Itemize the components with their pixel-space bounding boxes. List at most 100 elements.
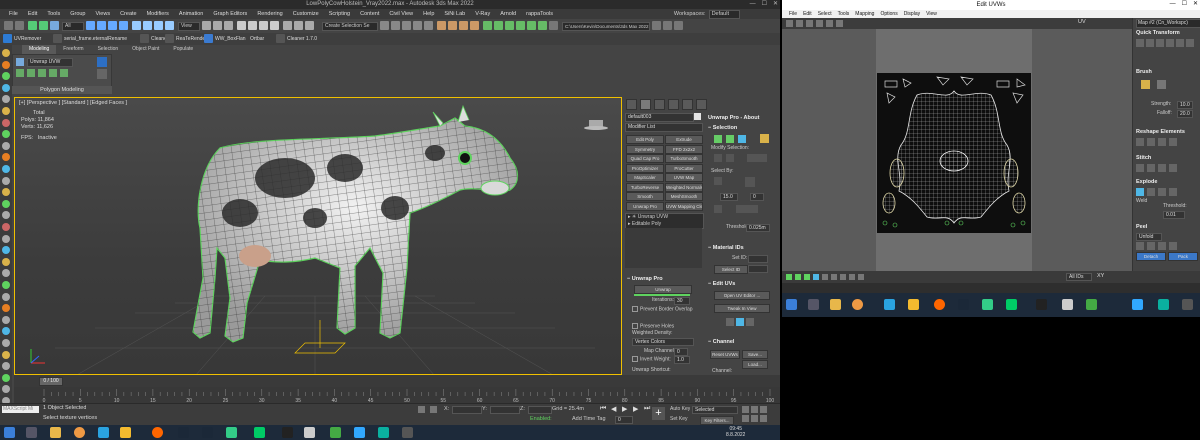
uvw-select-icon-3[interactable] — [840, 274, 846, 280]
file-explorer-icon[interactable] — [50, 427, 61, 438]
steam-icon-2[interactable] — [202, 427, 213, 438]
threshold-field[interactable]: 0.025m — [746, 224, 770, 232]
uvw-scale-icon[interactable] — [806, 20, 813, 27]
set-id-field[interactable] — [748, 255, 768, 263]
selection-filter-dropdown[interactable]: All — [62, 22, 84, 31]
left-tool-icon[interactable] — [2, 362, 10, 371]
motion-tab-icon[interactable] — [668, 99, 679, 110]
left-tool-icon[interactable] — [2, 281, 10, 289]
lock-selection-icon[interactable] — [418, 406, 425, 413]
weld-threshold-field[interactable]: 0.01 — [1163, 211, 1185, 219]
app-icon-3[interactable] — [982, 299, 993, 310]
selection-rollout-title[interactable]: − Selection — [708, 124, 737, 132]
photoshop-icon[interactable] — [354, 427, 365, 438]
vray-dome-icon[interactable] — [527, 21, 536, 30]
scale-icon[interactable] — [154, 21, 163, 30]
uplay-icon[interactable] — [254, 427, 265, 438]
reset-uvws-button[interactable]: Reset UVWs — [710, 350, 740, 359]
percent-snap-icon[interactable] — [259, 21, 268, 30]
select-object-icon[interactable] — [86, 21, 95, 30]
explode-icon-2[interactable] — [1147, 188, 1155, 196]
toggle-ribbon-icon[interactable] — [402, 21, 411, 30]
explorer-icon-2[interactable] — [1086, 299, 1097, 310]
uv-layout[interactable] — [877, 73, 1031, 233]
left-tool-icon[interactable] — [2, 327, 10, 336]
left-tool-icon[interactable] — [2, 234, 10, 243]
explorer-icon[interactable] — [330, 427, 341, 438]
polygon-mode-icon[interactable] — [738, 135, 746, 143]
edge-mode-icon[interactable] — [726, 135, 734, 143]
stitch-icon-4[interactable] — [1169, 164, 1177, 172]
start-icon[interactable] — [4, 427, 15, 438]
left-tool-icon[interactable] — [2, 269, 10, 278]
strength-field[interactable]: 10.0 — [1177, 101, 1193, 109]
rectangular-selection-icon[interactable] — [108, 21, 117, 30]
modifier-button-weighted-normals[interactable]: Weighted Normals — [665, 182, 703, 192]
explode-icon-3[interactable] — [1158, 188, 1166, 196]
left-tool-icon[interactable] — [2, 246, 10, 255]
spinner-snap-icon[interactable] — [270, 21, 279, 30]
terminal-icon-2[interactable] — [1036, 299, 1047, 310]
modifier-button-ffd-2x2x2[interactable]: FFD 2x2x2 — [665, 144, 703, 154]
play-icon[interactable]: ▶ — [622, 405, 627, 413]
toolbar-icon-c[interactable] — [674, 21, 683, 30]
zoom-icon[interactable] — [742, 406, 749, 413]
photoshop-icon-2[interactable] — [1132, 299, 1143, 310]
select-id-button[interactable]: Select ID — [714, 265, 748, 274]
pivot-center-icon[interactable] — [202, 21, 211, 30]
maximize-icon[interactable]: ☐ — [762, 0, 767, 9]
start-icon-2[interactable] — [786, 299, 797, 310]
prev-frame-icon[interactable]: ◀ — [611, 405, 616, 413]
uvw-freeform-icon[interactable] — [816, 20, 823, 27]
explode-title[interactable]: Explode — [1136, 178, 1157, 186]
toolbar-icon-a[interactable] — [652, 21, 661, 30]
reshape-elements-title[interactable]: Reshape Elements — [1136, 128, 1185, 136]
app-icon[interactable] — [226, 427, 237, 438]
qt-icon-2[interactable] — [1146, 39, 1154, 47]
left-tool-icon[interactable] — [2, 315, 10, 324]
steam-icon[interactable] — [178, 427, 189, 438]
uv-tool-icon-3[interactable] — [746, 318, 754, 326]
link-icon[interactable] — [28, 21, 37, 30]
uvw-menu-display[interactable]: Display — [901, 10, 923, 18]
pan-icon[interactable] — [751, 415, 758, 422]
select-by-name-icon[interactable] — [97, 21, 106, 30]
menu-graph-editors[interactable]: Graph Editors — [208, 9, 252, 19]
ribbon-tab-modeling[interactable]: Modeling — [22, 45, 57, 54]
peel-icon-2[interactable] — [1147, 242, 1155, 250]
uvw-menu-tools[interactable]: Tools — [835, 10, 853, 18]
modifier-button-meshsmooth[interactable]: MeshSmooth — [665, 192, 703, 201]
uvw-menu-options[interactable]: Options — [877, 10, 900, 18]
menu-sini-lab[interactable]: SiNi Lab — [439, 9, 470, 19]
x-field[interactable] — [452, 406, 482, 414]
brush-relax-icon[interactable] — [1157, 80, 1166, 89]
open-folder-icon[interactable] — [549, 21, 558, 30]
reshape-icon-4[interactable] — [1169, 138, 1177, 146]
brush-paint-icon[interactable] — [1141, 80, 1150, 89]
uvw-mirror-icon[interactable] — [826, 20, 833, 27]
peel-icon-4[interactable] — [1169, 242, 1177, 250]
modifier-button-mapscaler[interactable]: MapScaler — [626, 173, 664, 182]
uv-editor-canvas[interactable] — [782, 29, 1132, 271]
uvw-menu-mapping[interactable]: Mapping — [852, 10, 877, 18]
select-id-field[interactable] — [748, 265, 768, 273]
display-tab-icon[interactable] — [682, 99, 693, 110]
uvw-close-icon[interactable]: ✕ — [1193, 0, 1198, 9]
menu-help[interactable]: Help — [418, 9, 439, 19]
qt-icon-4[interactable] — [1166, 39, 1174, 47]
left-tool-icon[interactable] — [2, 176, 10, 185]
left-tool-icon[interactable] — [2, 350, 10, 359]
modifier-button-edit-poly[interactable]: Edit Poly — [626, 135, 664, 144]
modifier-button-symmetry[interactable]: Symmetry — [626, 144, 664, 154]
stitch-icon-1[interactable] — [1136, 164, 1144, 172]
uvw-rotate-icon[interactable] — [796, 20, 803, 27]
left-tool-icon[interactable] — [2, 188, 10, 197]
channel-rollout-title[interactable]: − Channel — [708, 338, 734, 346]
prevent-overlap-checkbox[interactable]: Prevent Border Overlap — [632, 306, 693, 313]
key-filters-button[interactable]: Key Filters... — [700, 416, 734, 425]
unwrap-pro-rollout-title[interactable]: − Unwrap Pro — [627, 275, 663, 283]
tweak-in-view-button[interactable]: Tweak In View — [714, 304, 770, 313]
vray-light-icon[interactable] — [516, 21, 525, 30]
material-ids-rollout-title[interactable]: − Material IDs — [708, 244, 744, 252]
left-tool-icon[interactable] — [2, 292, 10, 301]
